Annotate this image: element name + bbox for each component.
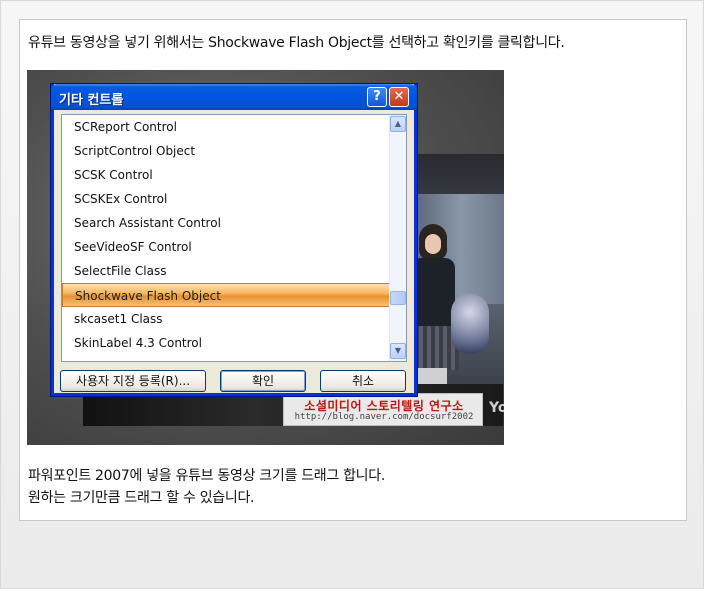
watermark-banner: 소셜미디어 스토리텔링 연구소 http://blog.naver.com/do… <box>283 393 483 426</box>
list-item-selected[interactable]: Shockwave Flash Object <box>62 283 390 307</box>
instruction-text-bottom-2: 원하는 크기만큼 드래그 할 수 있습니다. <box>28 490 255 506</box>
watermark-url: http://blog.naver.com/docsurf2002 <box>294 412 474 422</box>
screenshot-image: 소셜미디어 스토리텔링 연구소 http://blog.naver.com/do… <box>27 70 504 445</box>
video-doll <box>451 294 489 354</box>
instruction-text-top: 유튜브 동영상을 넣기 위해서는 Shockwave Flash Object를… <box>28 35 565 51</box>
other-controls-dialog: 기타 컨트롤 ? ✕ SCReport Control ScriptContro… <box>51 84 417 396</box>
list-item[interactable]: Search Assistant Control <box>62 211 390 235</box>
page-frame: 유튜브 동영상을 넣기 위해서는 Shockwave Flash Object를… <box>0 0 704 589</box>
dialog-titlebar[interactable]: 기타 컨트롤 ? ✕ <box>51 84 417 110</box>
controls-listbox[interactable]: SCReport Control ScriptControl Object SC… <box>61 114 407 362</box>
content-card: 유튜브 동영상을 넣기 위해서는 Shockwave Flash Object를… <box>19 19 687 521</box>
list-item[interactable]: skcaset1 Class <box>62 307 390 331</box>
scroll-up-icon[interactable]: ▲ <box>390 116 406 132</box>
close-icon[interactable]: ✕ <box>389 87 409 107</box>
ok-button[interactable]: 확인 <box>220 370 306 392</box>
video-logo-mark: Yo <box>489 400 504 416</box>
list-scrollbar[interactable]: ▲ ▼ <box>389 115 406 361</box>
list-item[interactable]: SCSK Control <box>62 163 390 187</box>
dialog-title: 기타 컨트롤 <box>59 93 124 108</box>
video-person-face <box>425 234 441 254</box>
list-item[interactable]: SeeVideoSF Control <box>62 235 390 259</box>
custom-register-button[interactable]: 사용자 지정 등록(R)... <box>60 370 206 392</box>
cancel-button[interactable]: 취소 <box>320 370 406 392</box>
help-button[interactable]: ? <box>367 87 387 107</box>
list-item[interactable]: ScriptControl Object <box>62 139 390 163</box>
list-item[interactable]: SCSKEx Control <box>62 187 390 211</box>
scroll-thumb[interactable] <box>390 291 406 305</box>
scroll-down-icon[interactable]: ▼ <box>390 343 406 359</box>
list-item[interactable]: SCReport Control <box>62 115 390 139</box>
instruction-text-bottom-1: 파워포인트 2007에 넣을 유튜브 동영상 크기를 드래그 합니다. <box>28 468 385 484</box>
video-person-body <box>411 258 455 328</box>
list-item[interactable]: SkinLabel 4.3 Control <box>62 331 390 355</box>
list-item[interactable]: SelectFile Class <box>62 259 390 283</box>
